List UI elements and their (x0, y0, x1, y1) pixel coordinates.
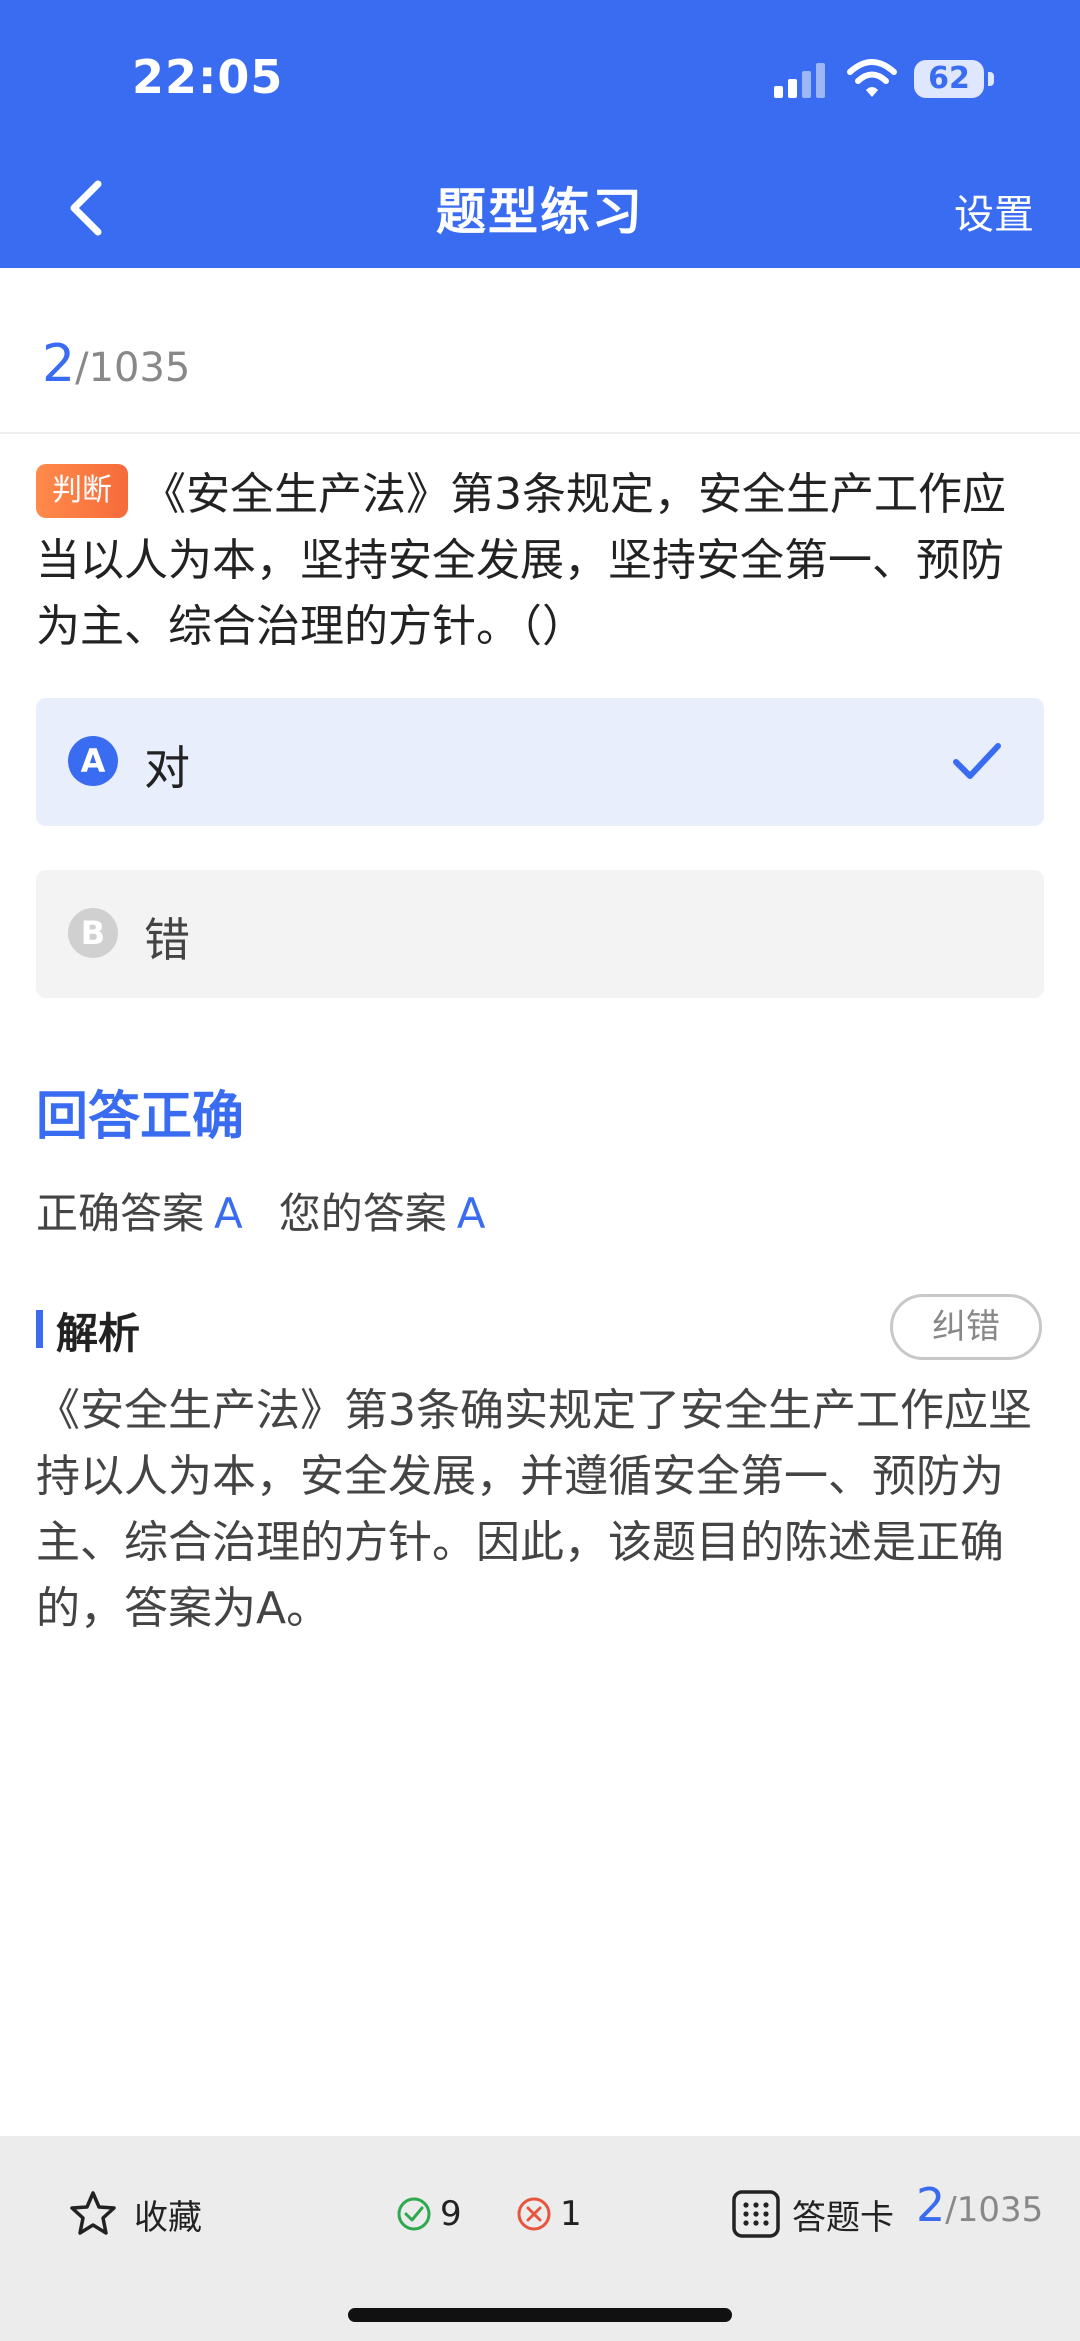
bottom-progress-current: 2 (916, 2178, 946, 2232)
analysis-text: 《安全生产法》第3条确实规定了安全生产工作应坚持以人为本，安全发展，并遵循安全第… (36, 1385, 1032, 1634)
option-a-letter: A (68, 736, 118, 786)
report-error-button[interactable]: 纠错 (890, 1294, 1042, 1360)
checkmark-icon (953, 743, 1001, 779)
wrong-count: 1 (516, 2186, 582, 2242)
option-a[interactable]: A 对 (36, 698, 1044, 826)
option-b-text: 错 (144, 913, 190, 967)
analysis-accent-bar (36, 1310, 43, 1348)
battery-level: 62 (914, 60, 984, 98)
cellular-signal-icon (774, 63, 825, 98)
status-time: 22:05 (132, 50, 284, 104)
option-b[interactable]: B 错 (36, 870, 1044, 998)
your-answer-value: A (456, 1189, 486, 1238)
question: 判断 《安全生产法》第3条规定，安全生产工作应当以人为本，坚持安全发展，坚持安全第… (36, 462, 1046, 660)
answer-card-button[interactable]: 答题卡 (730, 2186, 894, 2242)
answer-summary: 正确答案 A 您的答案 A (36, 1180, 522, 1241)
question-progress: 2/1035 (42, 334, 190, 394)
bottom-progress: 2/1035 (916, 2178, 1043, 2232)
correct-count: 9 (396, 2186, 462, 2242)
answer-card-label: 答题卡 (792, 2197, 894, 2238)
settings-button[interactable]: 设置 (954, 182, 1034, 240)
analysis-title: 解析 (56, 1309, 141, 1358)
cross-circle-icon (517, 2197, 551, 2231)
battery-tip (988, 72, 994, 86)
favorite-button[interactable]: 收藏 (68, 2186, 202, 2242)
question-type-tag: 判断 (36, 464, 128, 518)
question-text: 《安全生产法》第3条规定，安全生产工作应当以人为本，坚持安全发展，坚持安全第一、… (36, 469, 1006, 652)
wrong-count-value: 1 (560, 2194, 582, 2234)
home-indicator (348, 2308, 732, 2322)
correct-answer-value: A (214, 1189, 243, 1238)
wifi-icon (847, 59, 897, 97)
grid-icon (732, 2190, 780, 2238)
option-a-text: 对 (144, 741, 190, 795)
progress-total: /1035 (75, 345, 191, 391)
result-status: 回答正确 (36, 1087, 245, 1147)
divider (0, 432, 1080, 434)
app-header: 22:05 62 题型练习 设置 (0, 0, 1080, 268)
favorite-label: 收藏 (134, 2197, 202, 2238)
page-title: 题型练习 (436, 183, 644, 241)
correct-count-value: 9 (440, 2194, 462, 2234)
option-b-letter: B (68, 908, 118, 958)
progress-current: 2 (42, 334, 76, 394)
your-answer-label: 您的答案 (278, 1189, 447, 1238)
correct-answer-label: 正确答案 (36, 1189, 205, 1238)
star-icon (70, 2191, 116, 2235)
bottom-progress-total: /1035 (945, 2190, 1044, 2230)
check-circle-icon (397, 2197, 431, 2231)
